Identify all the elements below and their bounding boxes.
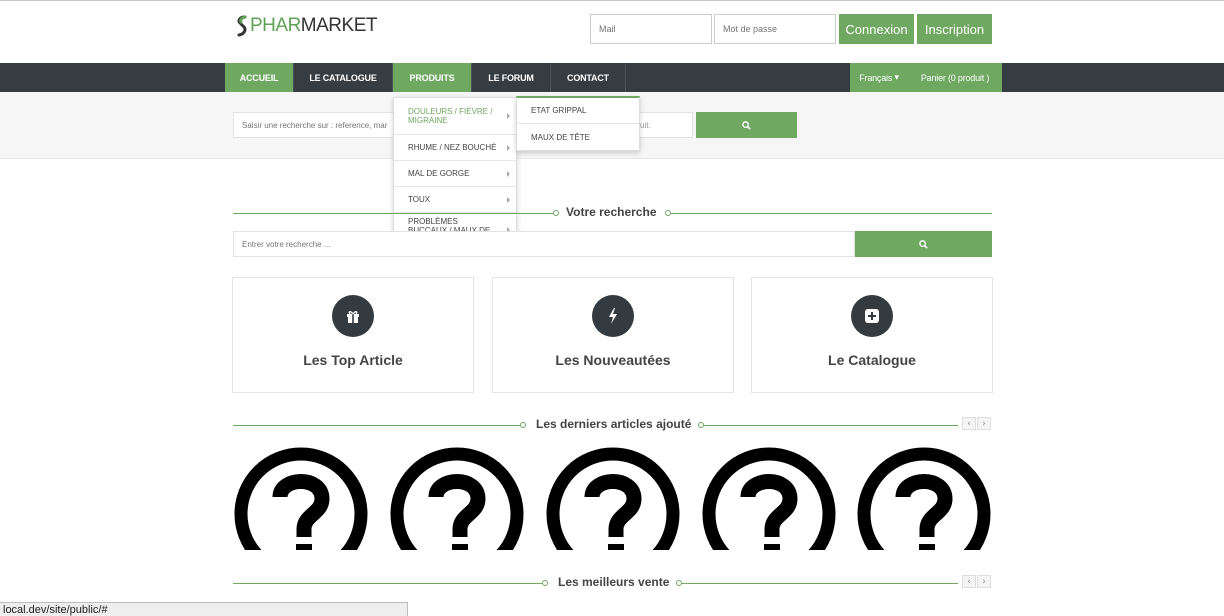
secondary-search-button[interactable] (855, 231, 992, 257)
best-pager: ‹ › (961, 575, 991, 588)
nav-item-catalogue[interactable]: LE CATALOGUE (294, 63, 392, 92)
nav-item-contact[interactable]: CONTACT (551, 63, 625, 92)
prev-arrow-icon[interactable]: ‹ (962, 417, 976, 430)
language-label: Français (859, 72, 893, 83)
nav-item-produits[interactable]: PRODUITS (393, 63, 471, 97)
chevron-right-icon (507, 144, 510, 151)
dropdown-item-rhume[interactable]: RHUME / NEZ BOUCHÉ (394, 135, 516, 161)
cart-link[interactable]: Panier (0 produit ) (908, 63, 1002, 92)
card-label: Le Catalogue (828, 352, 916, 368)
logo-text: MARKET (300, 15, 378, 36)
produits-dropdown: DOULEURS / FIÈVRE / MIGRAINE RHUME / NEZ… (393, 97, 517, 248)
language-selector[interactable]: Français ▾ (850, 63, 908, 92)
search-placeholder-tail: uit. (640, 121, 651, 130)
next-arrow-icon[interactable]: › (977, 575, 991, 588)
dropdown-item-label: MAL DE GORGE (408, 169, 470, 178)
main-navbar: ACCUEIL LE CATALOGUE PRODUITS LE FORUM C… (0, 63, 1224, 97)
search-icon (742, 120, 751, 130)
card-label: Les Top Article (303, 352, 403, 368)
chevron-right-icon (507, 113, 510, 119)
divider-dot (553, 210, 559, 216)
section-divider (671, 213, 992, 214)
section-divider (704, 425, 958, 426)
password-input[interactable] (714, 14, 836, 44)
search-icon (919, 239, 928, 249)
dropdown-item-gorge[interactable]: MAL DE GORGE (394, 161, 516, 187)
login-button[interactable]: Connexion (839, 14, 914, 44)
product-placeholder-image[interactable] (702, 447, 836, 550)
dropdown-item-label: DOULEURS / FIÈVRE / MIGRAINE (408, 107, 493, 125)
section-divider (233, 425, 520, 426)
dropdown-item-toux[interactable]: TOUX (394, 187, 516, 213)
divider-dot (542, 580, 548, 586)
logo[interactable]: PHAR MARKET (236, 14, 377, 38)
nav-divider (625, 63, 626, 92)
plus-square-icon (851, 295, 893, 337)
product-search-button[interactable] (696, 112, 797, 138)
next-arrow-icon[interactable]: › (977, 417, 991, 430)
nav-item-accueil[interactable]: ACCUEIL (225, 63, 293, 92)
secondary-search-input[interactable] (233, 231, 855, 257)
latest-pager: ‹ › (961, 417, 991, 430)
section-divider (233, 213, 554, 214)
chevron-right-icon (507, 170, 510, 177)
submenu-item-maux-de-tete[interactable]: MAUX DE TÊTE (517, 124, 639, 150)
card-label: Les Nouveautées (555, 352, 671, 368)
section-divider (233, 583, 542, 584)
mail-input[interactable] (590, 14, 712, 44)
gift-icon (332, 295, 374, 337)
nav-item-forum[interactable]: LE FORUM (472, 63, 550, 92)
logo-icon (237, 15, 247, 37)
chevron-right-icon (507, 196, 510, 203)
product-placeholder-image[interactable] (390, 447, 524, 550)
dropdown-item-label: RHUME / NEZ BOUCHÉ (408, 143, 497, 152)
card-nouveautees[interactable]: Les Nouveautées (492, 277, 734, 393)
bolt-icon (592, 295, 634, 337)
search-section-title: Votre recherche (566, 205, 657, 219)
card-top-article[interactable]: Les Top Article (232, 277, 474, 393)
product-placeholder-image[interactable] (546, 447, 680, 550)
latest-section-title: Les derniers articles ajouté (536, 417, 692, 431)
divider-dot (520, 422, 526, 428)
top-border (0, 0, 1224, 1)
product-placeholder-image[interactable] (234, 447, 368, 550)
product-placeholder-image[interactable] (857, 447, 991, 550)
card-catalogue[interactable]: Le Catalogue (751, 277, 993, 393)
dropdown-item-douleurs[interactable]: DOULEURS / FIÈVRE / MIGRAINE (394, 98, 516, 135)
submenu-item-etat-grippal[interactable]: ETAT GRIPPAL (517, 98, 639, 124)
signup-button[interactable]: Inscription (917, 14, 992, 44)
douleurs-submenu: ETAT GRIPPAL MAUX DE TÊTE (516, 96, 640, 151)
best-section-title: Les meilleurs vente (558, 575, 670, 589)
section-divider (682, 583, 958, 584)
browser-status-bar: local.dev/site/public/# (0, 602, 408, 616)
dropdown-item-label: TOUX (408, 195, 431, 204)
prev-arrow-icon[interactable]: ‹ (962, 575, 976, 588)
logo-text-accent: PHAR (250, 15, 301, 36)
